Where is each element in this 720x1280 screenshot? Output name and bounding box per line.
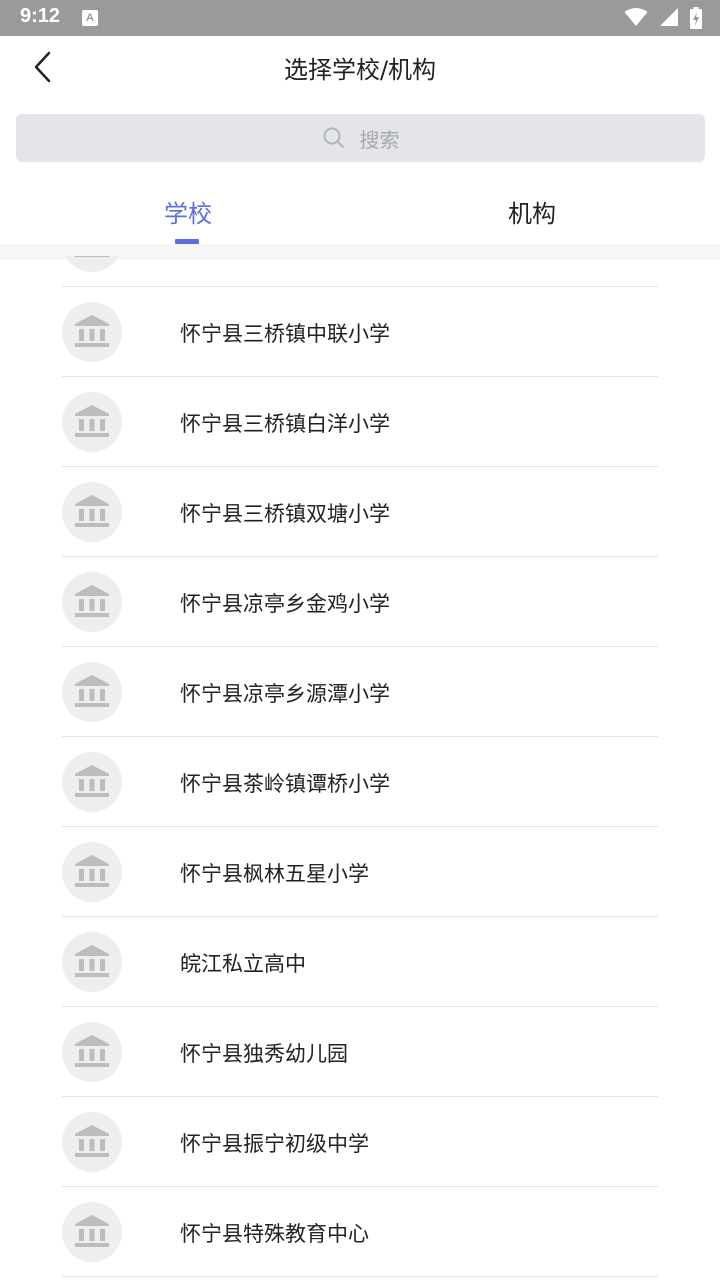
school-list[interactable]: 怀宁县三桥镇中联小学 怀宁县三桥镇白洋小学 怀宁县三桥镇双塘小学 怀宁县凉亭乡金鸡小学…: [0, 256, 720, 1280]
search-icon: [322, 126, 346, 150]
school-list-item[interactable]: 怀宁县茶岭镇谭桥小学: [62, 737, 658, 827]
tab-school[interactable]: 学校: [8, 176, 368, 246]
school-building-icon: [62, 842, 122, 902]
school-name: 怀宁县三桥镇中联小学: [180, 322, 390, 346]
tab-organization[interactable]: 机构: [352, 176, 712, 246]
school-name: 怀宁县振宁初级中学: [180, 1132, 369, 1156]
school-list-item[interactable]: [62, 256, 658, 287]
school-building-icon: [62, 302, 122, 362]
page-title: 选择学校/机构: [283, 56, 437, 84]
school-list-item[interactable]: 怀宁县三桥镇白洋小学: [62, 377, 658, 467]
app-header: 选择学校/机构: [0, 36, 720, 98]
tab-organization-label: 机构: [508, 200, 556, 228]
school-list-item[interactable]: 怀宁县特殊教育中心: [62, 1187, 658, 1277]
school-building-icon: [62, 256, 122, 272]
battery-charging-icon: [690, 7, 702, 29]
school-name: 怀宁县三桥镇白洋小学: [180, 412, 390, 436]
school-list-item[interactable]: 怀宁县枫林五星小学: [62, 827, 658, 917]
school-name: 怀宁县特殊教育中心: [180, 1222, 369, 1246]
school-building-icon: [62, 1202, 122, 1262]
school-building-icon: [62, 392, 122, 452]
school-building-icon: [62, 662, 122, 722]
school-building-icon: [62, 752, 122, 812]
school-name: 怀宁县茶岭镇谭桥小学: [180, 772, 390, 796]
school-building-icon: [62, 482, 122, 542]
school-list-item[interactable]: 怀宁县三桥镇中联小学: [62, 287, 658, 377]
cell-signal-icon: [659, 8, 678, 26]
status-time: 9:12: [20, 5, 61, 27]
notification-icon: A: [82, 10, 98, 26]
school-list-item[interactable]: 怀宁县三桥镇双塘小学: [62, 467, 658, 557]
school-name: 怀宁县枫林五星小学: [180, 862, 369, 886]
school-list-item[interactable]: 怀宁县振宁初级中学: [62, 1097, 658, 1187]
school-building-icon: [62, 572, 122, 632]
wifi-icon: [624, 8, 648, 26]
school-name: 怀宁县独秀幼儿园: [180, 1042, 348, 1066]
school-name: 怀宁县凉亭乡金鸡小学: [180, 592, 390, 616]
search-input[interactable]: 搜索: [16, 114, 705, 162]
school-building-icon: [62, 1022, 122, 1082]
school-name: 怀宁县凉亭乡源潭小学: [180, 682, 390, 706]
school-list-item[interactable]: 怀宁县凉亭乡源潭小学: [62, 647, 658, 737]
school-building-icon: [62, 1112, 122, 1172]
school-list-item[interactable]: 怀宁县凉亭乡金鸡小学: [62, 557, 658, 647]
school-building-icon: [62, 932, 122, 992]
status-bar: 9:12 A: [0, 0, 720, 36]
school-name: 皖江私立高中: [180, 952, 306, 976]
system-icons: [618, 7, 702, 29]
search-placeholder: 搜索: [359, 127, 400, 152]
tab-bar: 学校 机构: [0, 176, 720, 246]
school-list-item[interactable]: 皖江私立高中: [62, 917, 658, 1007]
school-list-item[interactable]: 怀宁县独秀幼儿园: [62, 1007, 658, 1097]
school-name: 怀宁县三桥镇双塘小学: [180, 502, 390, 526]
